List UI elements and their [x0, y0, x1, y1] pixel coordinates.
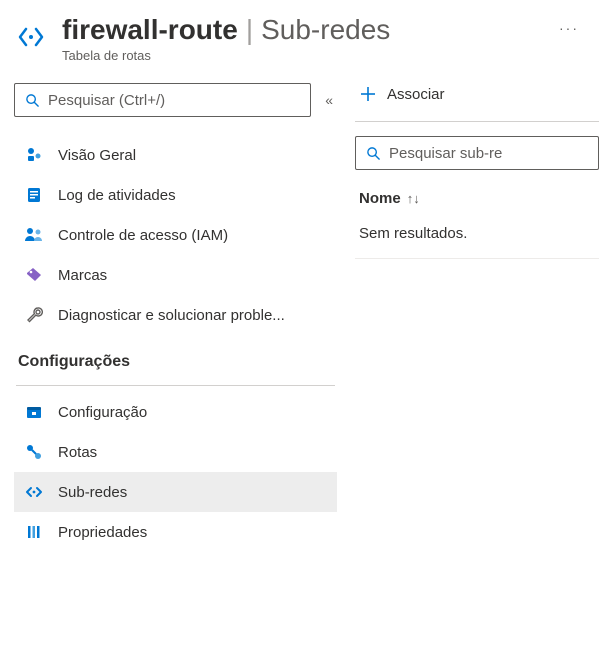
header-titles: firewall-route | Sub-redes Tabela de rot…	[62, 14, 539, 63]
sidebar-item-label: Diagnosticar e solucionar proble...	[58, 307, 285, 324]
section-name: Sub-redes	[261, 14, 390, 46]
subnet-search[interactable]	[355, 136, 599, 170]
sidebar-section-settings: Configurações	[14, 335, 337, 381]
sidebar-item-label: Rotas	[58, 444, 97, 461]
table-header-name[interactable]: Nome ↑↓	[355, 184, 599, 221]
properties-icon	[24, 523, 44, 541]
sidebar-item-diagnose[interactable]: Diagnosticar e solucionar proble...	[14, 295, 337, 335]
iam-icon	[24, 226, 44, 244]
sidebar-item-routes[interactable]: Rotas	[14, 432, 337, 472]
resource-name: firewall-route	[62, 14, 238, 46]
sidebar-item-label: Controle de acesso (IAM)	[58, 227, 228, 244]
sidebar-item-label: Log de atividades	[58, 187, 176, 204]
page-header: firewall-route | Sub-redes Tabela de rot…	[0, 0, 599, 71]
subnet-search-input[interactable]	[389, 145, 588, 162]
sidebar-item-label: Configuração	[58, 404, 147, 421]
associate-label: Associar	[387, 86, 445, 103]
sidebar-divider	[16, 385, 335, 386]
sidebar-item-label: Sub-redes	[58, 484, 127, 501]
table-row-divider	[355, 258, 599, 259]
sidebar-item-configuration[interactable]: Configuração	[14, 392, 337, 432]
header-title: firewall-route | Sub-redes	[62, 14, 539, 46]
overview-icon	[24, 146, 44, 164]
empty-results-label: Sem resultados.	[359, 225, 467, 242]
configuration-icon	[24, 403, 44, 421]
sidebar-item-overview[interactable]: Visão Geral	[14, 135, 337, 175]
sidebar-item-label: Propriedades	[58, 524, 147, 541]
main-content: Associar Nome ↑↓ Sem resultados.	[355, 83, 599, 271]
associate-button[interactable]: Associar	[355, 83, 449, 105]
sidebar: « Visão Geral Log de atividades Controle…	[14, 83, 337, 552]
sidebar-item-iam[interactable]: Controle de acesso (IAM)	[14, 215, 337, 255]
toolbar: Associar	[355, 83, 599, 121]
column-name-label: Nome	[359, 190, 401, 207]
subnets-icon	[24, 483, 44, 501]
sidebar-search[interactable]	[14, 83, 311, 117]
sidebar-item-subnets[interactable]: Sub-redes	[14, 472, 337, 512]
tag-icon	[24, 266, 44, 284]
routes-icon	[24, 443, 44, 461]
search-icon	[366, 146, 381, 161]
search-icon	[25, 93, 40, 108]
title-separator: |	[246, 14, 253, 46]
wrench-icon	[24, 306, 44, 324]
activity-log-icon	[24, 186, 44, 204]
resource-type-label: Tabela de rotas	[62, 48, 539, 63]
sidebar-item-tags[interactable]: Marcas	[14, 255, 337, 295]
sidebar-item-label: Visão Geral	[58, 147, 136, 164]
sort-icon: ↑↓	[407, 191, 420, 206]
sidebar-item-activity-log[interactable]: Log de atividades	[14, 175, 337, 215]
collapse-sidebar-button[interactable]: «	[321, 88, 337, 112]
more-actions-button[interactable]: ···	[553, 14, 585, 42]
plus-icon	[359, 85, 377, 103]
table-body: Sem resultados.	[355, 221, 599, 246]
sidebar-item-properties[interactable]: Propriedades	[14, 512, 337, 552]
resource-type-icon	[14, 20, 48, 54]
sidebar-search-input[interactable]	[48, 92, 300, 109]
sidebar-item-label: Marcas	[58, 267, 107, 284]
toolbar-divider	[355, 121, 599, 122]
